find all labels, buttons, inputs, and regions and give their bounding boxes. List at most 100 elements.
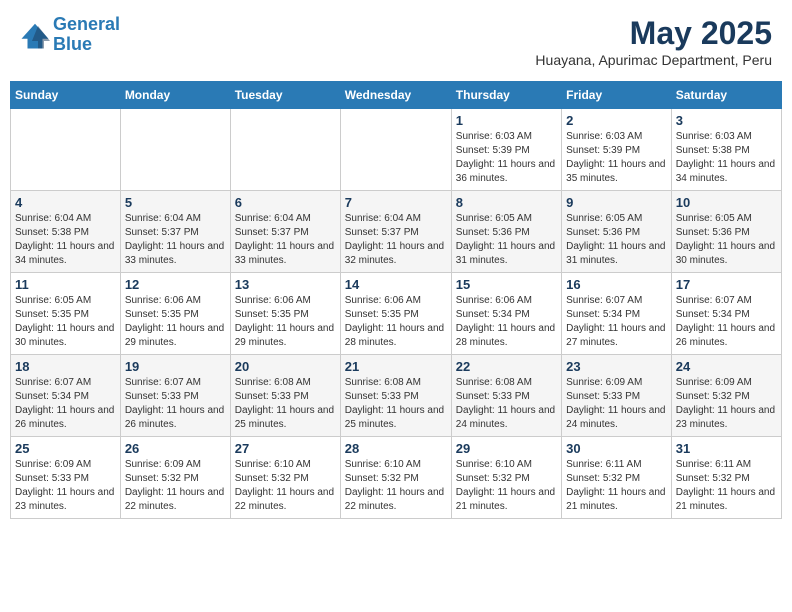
day-number: 13 xyxy=(235,277,336,292)
day-cell: 18 Sunrise: 6:07 AM Sunset: 5:34 PM Dayli… xyxy=(11,355,121,437)
day-cell: 26Sunrise: 6:09 AM Sunset: 5:32 PM Dayli… xyxy=(120,437,230,519)
day-info: Sunrise: 6:04 AM Sunset: 5:37 PM Dayligh… xyxy=(235,212,336,268)
week-row-2: 4Sunrise: 6:04 AM Sunset: 5:38 PM Daylig… xyxy=(11,191,782,273)
day-number: 12 xyxy=(125,277,226,292)
title-block: May 2025 Huayana, Apurimac Department, P… xyxy=(535,15,772,68)
day-number: 20 xyxy=(235,359,336,374)
day-number: 16 xyxy=(566,277,667,292)
day-number: 15 xyxy=(456,277,557,292)
day-number: 11 xyxy=(15,277,116,292)
header-row: SundayMondayTuesdayWednesdayThursdayFrid… xyxy=(11,82,782,109)
page-header: General Blue May 2025 Huayana, Apurimac … xyxy=(10,10,782,73)
week-row-1: 1 Sunrise: 6:03 AM Sunset: 5:39 PM Daylig… xyxy=(11,109,782,191)
header-cell-friday: Friday xyxy=(562,82,672,109)
day-cell xyxy=(11,109,121,191)
header-cell-thursday: Thursday xyxy=(451,82,561,109)
day-info: Sunrise: 6:05 AM Sunset: 5:36 PM Dayligh… xyxy=(456,212,557,268)
day-info: Sunrise: 6:08 AM Sunset: 5:33 PM Dayligh… xyxy=(456,376,557,432)
day-number: 31 xyxy=(676,441,777,456)
day-info: Sunrise: 6:03 AM Sunset: 5:39 PM Dayligh… xyxy=(456,130,557,186)
day-cell: 25Sunrise: 6:09 AM Sunset: 5:33 PM Dayli… xyxy=(11,437,121,519)
logo: General Blue xyxy=(20,15,120,55)
header-cell-monday: Monday xyxy=(120,82,230,109)
day-cell: 8 Sunrise: 6:05 AM Sunset: 5:36 PM Daylig… xyxy=(451,191,561,273)
header-cell-saturday: Saturday xyxy=(671,82,781,109)
day-info: Sunrise: 6:10 AM Sunset: 5:32 PM Dayligh… xyxy=(345,458,447,514)
day-number: 22 xyxy=(456,359,557,374)
day-cell xyxy=(230,109,340,191)
day-info: Sunrise: 6:09 AM Sunset: 5:32 PM Dayligh… xyxy=(676,376,777,432)
day-cell: 1 Sunrise: 6:03 AM Sunset: 5:39 PM Daylig… xyxy=(451,109,561,191)
day-cell: 31 Sunrise: 6:11 AM Sunset: 5:32 PM Dayli… xyxy=(671,437,781,519)
day-number: 24 xyxy=(676,359,777,374)
week-row-5: 25Sunrise: 6:09 AM Sunset: 5:33 PM Dayli… xyxy=(11,437,782,519)
day-number: 17 xyxy=(676,277,777,292)
day-number: 7 xyxy=(345,195,447,210)
day-cell: 17Sunrise: 6:07 AM Sunset: 5:34 PM Dayli… xyxy=(671,273,781,355)
day-info: Sunrise: 6:09 AM Sunset: 5:33 PM Dayligh… xyxy=(15,458,116,514)
day-number: 6 xyxy=(235,195,336,210)
day-cell: 29 Sunrise: 6:10 AM Sunset: 5:32 PM Dayli… xyxy=(451,437,561,519)
day-info: Sunrise: 6:07 AM Sunset: 5:33 PM Dayligh… xyxy=(125,376,226,432)
calendar-header: SundayMondayTuesdayWednesdayThursdayFrid… xyxy=(11,82,782,109)
day-info: Sunrise: 6:05 AM Sunset: 5:35 PM Dayligh… xyxy=(15,294,116,350)
day-info: Sunrise: 6:08 AM Sunset: 5:33 PM Dayligh… xyxy=(345,376,447,432)
day-number: 27 xyxy=(235,441,336,456)
day-info: Sunrise: 6:11 AM Sunset: 5:32 PM Dayligh… xyxy=(676,458,777,514)
day-info: Sunrise: 6:11 AM Sunset: 5:32 PM Dayligh… xyxy=(566,458,667,514)
day-cell: 22 Sunrise: 6:08 AM Sunset: 5:33 PM Dayli… xyxy=(451,355,561,437)
day-cell: 24 Sunrise: 6:09 AM Sunset: 5:32 PM Dayli… xyxy=(671,355,781,437)
day-cell xyxy=(340,109,451,191)
day-number: 9 xyxy=(566,195,667,210)
logo-text: General Blue xyxy=(53,15,120,55)
day-number: 28 xyxy=(345,441,447,456)
calendar-body: 1 Sunrise: 6:03 AM Sunset: 5:39 PM Daylig… xyxy=(11,109,782,519)
day-cell: 6 Sunrise: 6:04 AM Sunset: 5:37 PM Daylig… xyxy=(230,191,340,273)
day-number: 19 xyxy=(125,359,226,374)
day-info: Sunrise: 6:04 AM Sunset: 5:37 PM Dayligh… xyxy=(125,212,226,268)
week-row-3: 11 Sunrise: 6:05 AM Sunset: 5:35 PM Dayli… xyxy=(11,273,782,355)
day-info: Sunrise: 6:06 AM Sunset: 5:35 PM Dayligh… xyxy=(125,294,226,350)
day-info: Sunrise: 6:05 AM Sunset: 5:36 PM Dayligh… xyxy=(566,212,667,268)
page-subtitle: Huayana, Apurimac Department, Peru xyxy=(535,52,772,68)
day-cell: 9 Sunrise: 6:05 AM Sunset: 5:36 PM Daylig… xyxy=(562,191,672,273)
day-cell: 7 Sunrise: 6:04 AM Sunset: 5:37 PM Daylig… xyxy=(340,191,451,273)
calendar-table: SundayMondayTuesdayWednesdayThursdayFrid… xyxy=(10,81,782,519)
logo-icon xyxy=(20,20,50,50)
day-number: 1 xyxy=(456,113,557,128)
day-number: 23 xyxy=(566,359,667,374)
day-info: Sunrise: 6:09 AM Sunset: 5:32 PM Dayligh… xyxy=(125,458,226,514)
header-cell-sunday: Sunday xyxy=(11,82,121,109)
day-cell: 27 Sunrise: 6:10 AM Sunset: 5:32 PM Dayli… xyxy=(230,437,340,519)
day-cell: 15 Sunrise: 6:06 AM Sunset: 5:34 PM Dayli… xyxy=(451,273,561,355)
day-cell: 3Sunrise: 6:03 AM Sunset: 5:38 PM Daylig… xyxy=(671,109,781,191)
day-info: Sunrise: 6:07 AM Sunset: 5:34 PM Dayligh… xyxy=(15,376,116,432)
page-title: May 2025 xyxy=(535,15,772,52)
header-cell-tuesday: Tuesday xyxy=(230,82,340,109)
day-number: 3 xyxy=(676,113,777,128)
week-row-4: 18 Sunrise: 6:07 AM Sunset: 5:34 PM Dayli… xyxy=(11,355,782,437)
day-number: 18 xyxy=(15,359,116,374)
day-cell: 30 Sunrise: 6:11 AM Sunset: 5:32 PM Dayli… xyxy=(562,437,672,519)
day-info: Sunrise: 6:04 AM Sunset: 5:37 PM Dayligh… xyxy=(345,212,447,268)
day-cell xyxy=(120,109,230,191)
day-number: 8 xyxy=(456,195,557,210)
day-info: Sunrise: 6:10 AM Sunset: 5:32 PM Dayligh… xyxy=(456,458,557,514)
day-cell: 23 Sunrise: 6:09 AM Sunset: 5:33 PM Dayli… xyxy=(562,355,672,437)
day-info: Sunrise: 6:05 AM Sunset: 5:36 PM Dayligh… xyxy=(676,212,777,268)
day-cell: 5Sunrise: 6:04 AM Sunset: 5:37 PM Daylig… xyxy=(120,191,230,273)
day-cell: 4Sunrise: 6:04 AM Sunset: 5:38 PM Daylig… xyxy=(11,191,121,273)
day-number: 29 xyxy=(456,441,557,456)
day-number: 2 xyxy=(566,113,667,128)
day-cell: 16 Sunrise: 6:07 AM Sunset: 5:34 PM Dayli… xyxy=(562,273,672,355)
day-number: 30 xyxy=(566,441,667,456)
day-info: Sunrise: 6:09 AM Sunset: 5:33 PM Dayligh… xyxy=(566,376,667,432)
day-cell: 13Sunrise: 6:06 AM Sunset: 5:35 PM Dayli… xyxy=(230,273,340,355)
day-cell: 21Sunrise: 6:08 AM Sunset: 5:33 PM Dayli… xyxy=(340,355,451,437)
day-cell: 12 Sunrise: 6:06 AM Sunset: 5:35 PM Dayli… xyxy=(120,273,230,355)
day-info: Sunrise: 6:06 AM Sunset: 5:34 PM Dayligh… xyxy=(456,294,557,350)
day-cell: 10Sunrise: 6:05 AM Sunset: 5:36 PM Dayli… xyxy=(671,191,781,273)
day-info: Sunrise: 6:08 AM Sunset: 5:33 PM Dayligh… xyxy=(235,376,336,432)
day-info: Sunrise: 6:10 AM Sunset: 5:32 PM Dayligh… xyxy=(235,458,336,514)
day-info: Sunrise: 6:07 AM Sunset: 5:34 PM Dayligh… xyxy=(566,294,667,350)
